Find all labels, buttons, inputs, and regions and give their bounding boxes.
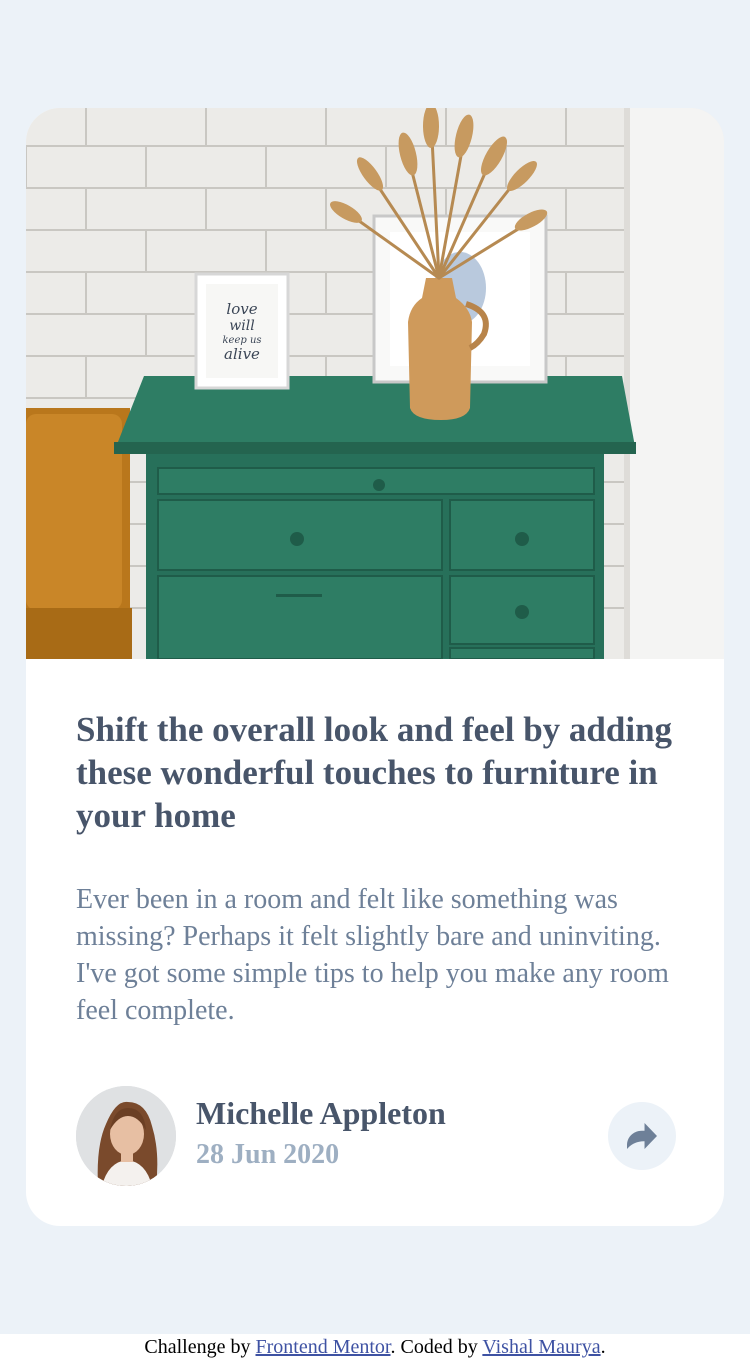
post-date: 28 Jun 2020 [196,1139,340,1170]
author-name: Michelle Appleton [196,1095,446,1131]
article-description: Ever been in a room and felt like someth… [76,884,669,1026]
frame-quote-line-4: alive [224,345,260,363]
attribution: Challenge by Frontend Mentor. Coded by V… [0,1334,750,1360]
article-card: love will keep us alive Shift the overal… [26,108,724,1226]
author-credit-link[interactable]: Vishal Maurya [482,1336,600,1358]
attribution-middle: . Coded by [390,1336,483,1358]
frame-quote-line-1: love [226,300,257,318]
author-avatar [76,1086,176,1186]
article-title[interactable]: Shift the overall look and feel by addin… [76,708,676,837]
attribution-prefix: Challenge by [144,1336,256,1358]
article-image: love will keep us alive [26,108,724,659]
frontend-mentor-link[interactable]: Frontend Mentor [256,1336,391,1358]
share-arrow-icon [627,1123,657,1149]
frame-quote-line-2: will [229,318,254,334]
share-button[interactable] [608,1102,676,1170]
article-content: Shift the overall look and feel by addin… [76,708,676,1029]
attribution-suffix: . [600,1336,606,1358]
author-bar: Michelle Appleton 28 Jun 2020 [76,1086,676,1186]
